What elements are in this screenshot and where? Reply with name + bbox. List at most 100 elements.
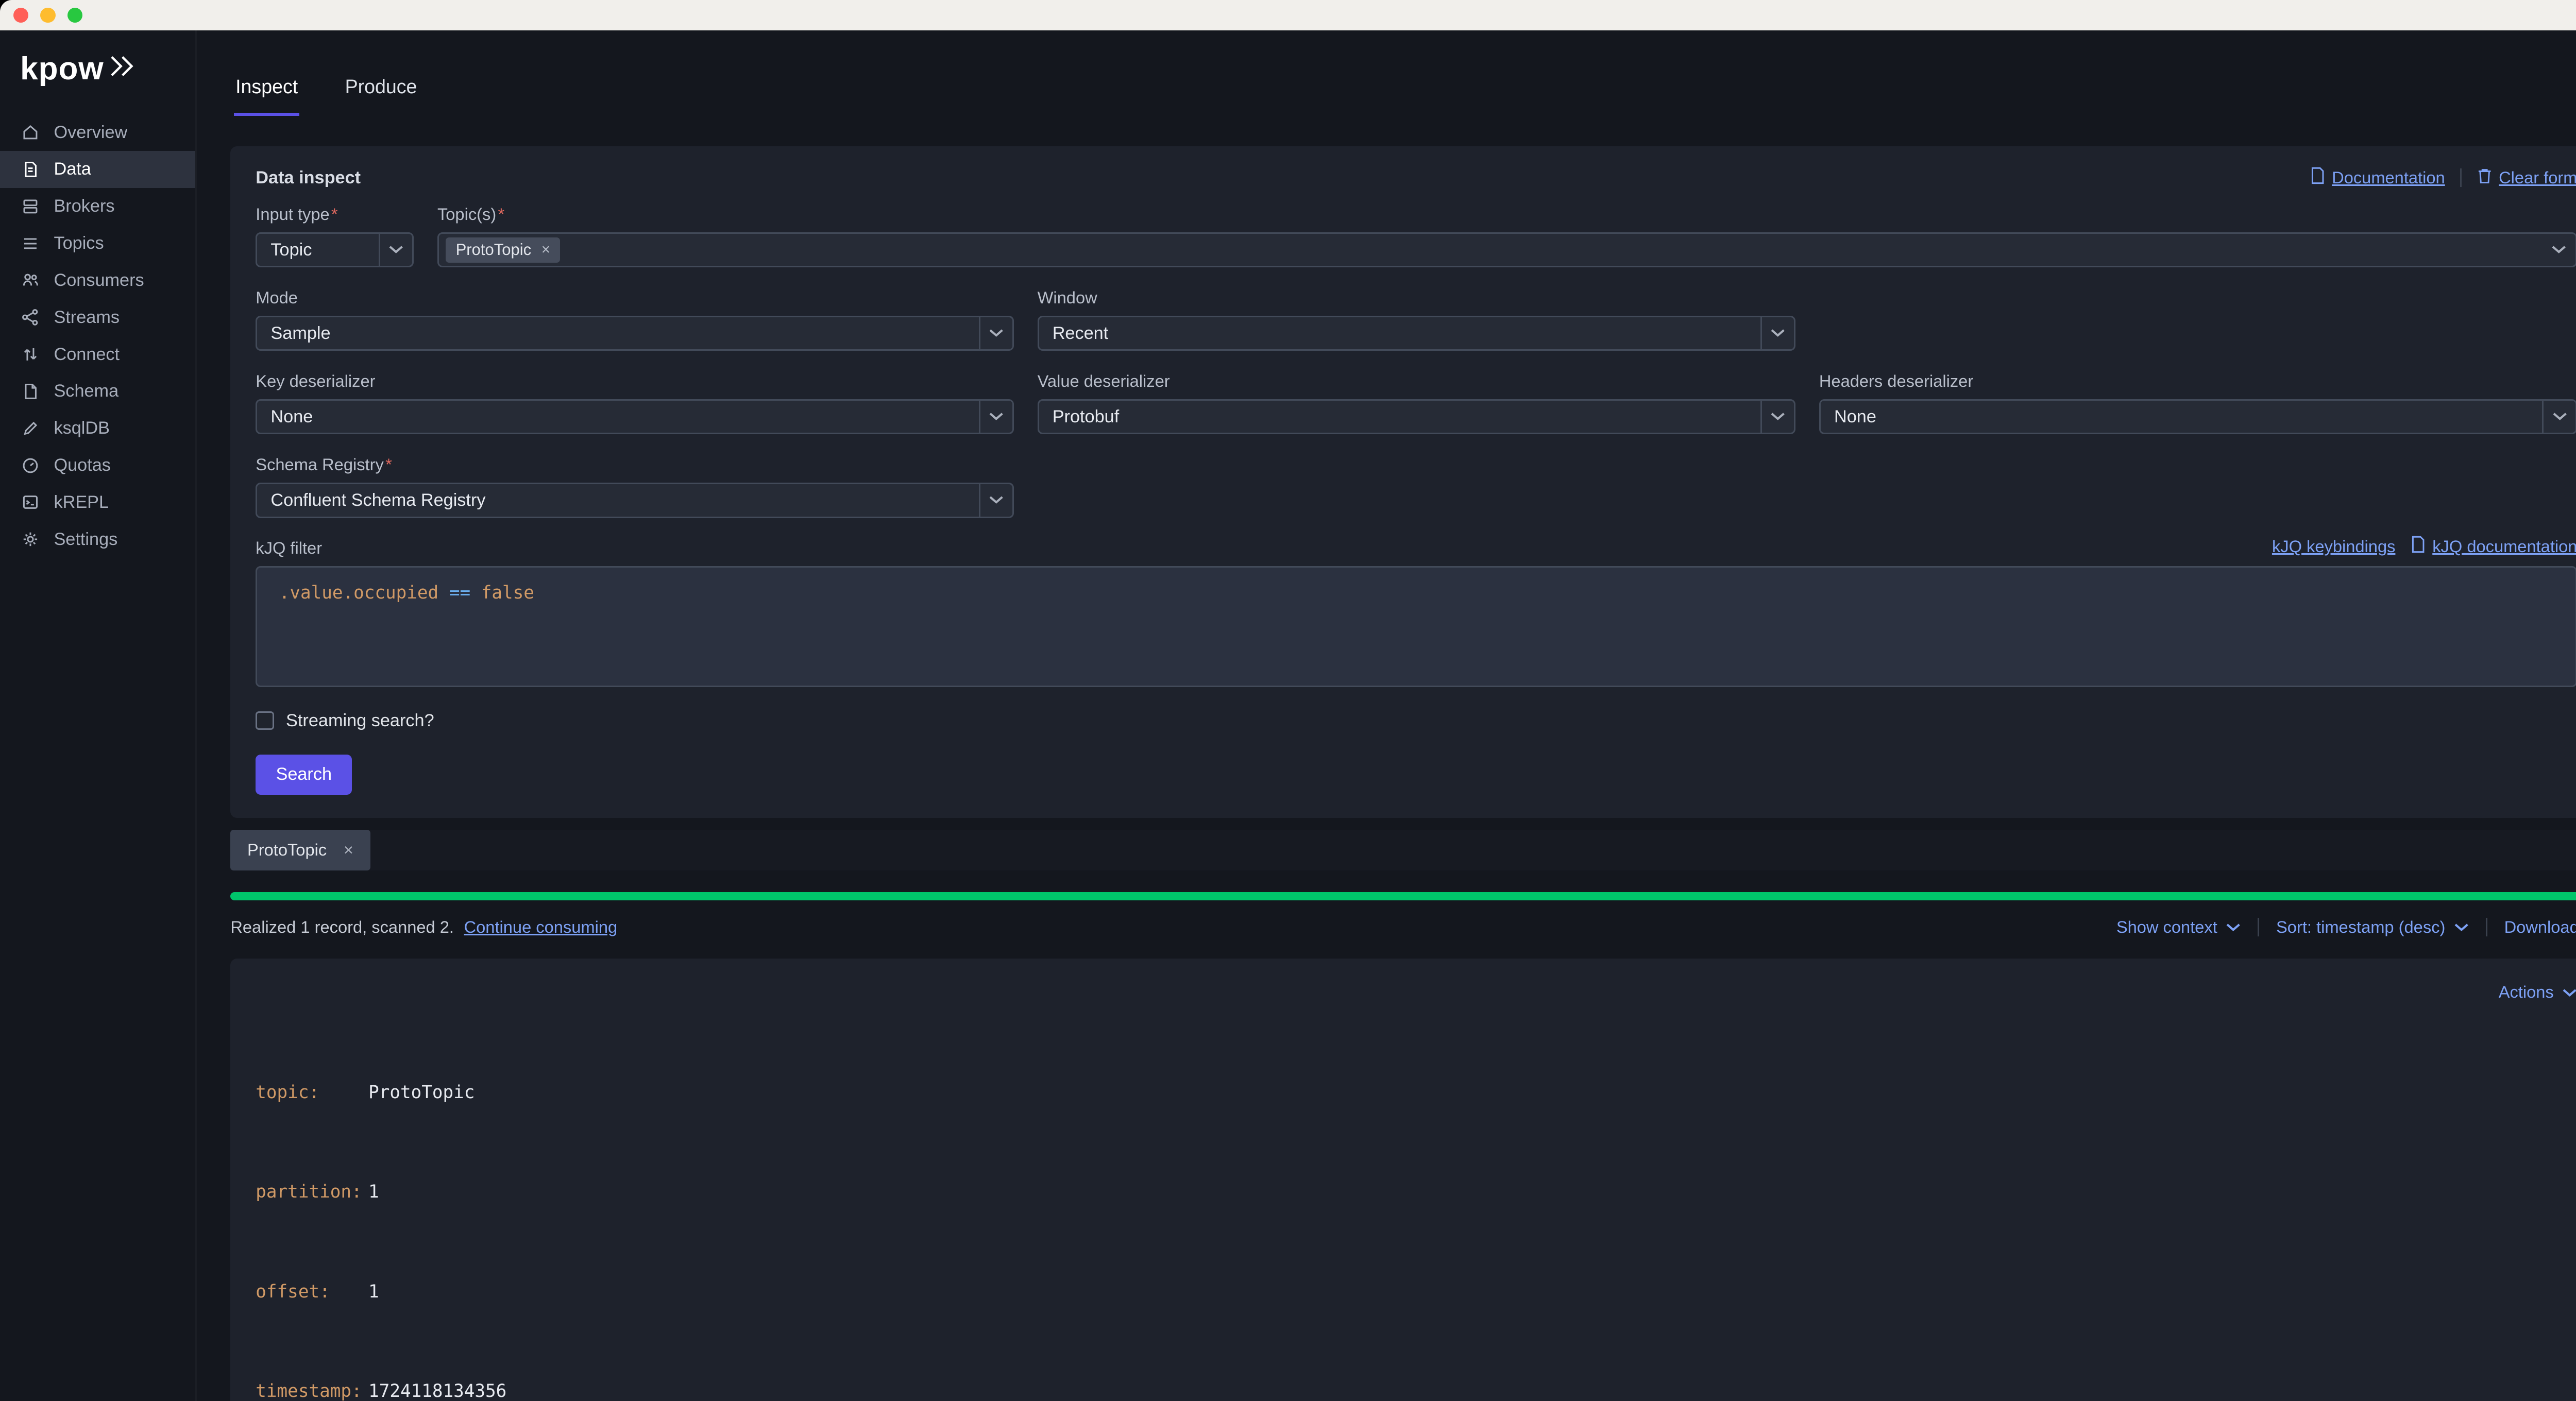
kpow-logo: kpow — [0, 30, 195, 114]
sidebar-item-label: kREPL — [54, 492, 109, 512]
minimize-window-button[interactable] — [40, 8, 55, 23]
chevron-down-icon — [979, 317, 1012, 350]
schema-registry-select[interactable]: Confluent Schema Registry — [256, 483, 1014, 518]
streaming-search-row[interactable]: Streaming search? — [256, 711, 2576, 731]
streaming-search-checkbox[interactable] — [256, 711, 274, 730]
sidebar-item-overview[interactable]: Overview — [0, 114, 195, 151]
divider — [2460, 168, 2462, 187]
result-tab-bar: ProtoTopic × — [230, 830, 2576, 870]
sidebar-item-ksqldb[interactable]: ksqlDB — [0, 410, 195, 447]
topics-label: Topic(s)* — [437, 204, 2576, 224]
chevron-down-icon — [2542, 401, 2575, 433]
kpow-chevrons-icon — [107, 54, 141, 79]
chevron-down-icon — [979, 401, 1012, 433]
main-content: Inspect Produce Data inspect Documentati… — [197, 30, 2576, 1401]
sidebar-item-quotas[interactable]: Quotas — [0, 447, 195, 484]
sidebar-item-krepl[interactable]: kREPL — [0, 484, 195, 521]
result-tab-prototopic[interactable]: ProtoTopic × — [230, 830, 370, 870]
value-deserializer-select[interactable]: Protobuf — [1038, 399, 1796, 435]
documentation-link[interactable]: Documentation — [2310, 166, 2445, 189]
record-field: partition:1 — [256, 1180, 2576, 1204]
data-inspect-card: Data inspect Documentation Clear form — [230, 146, 2576, 818]
sidebar-item-label: ksqlDB — [54, 418, 110, 438]
terminal-icon — [20, 492, 40, 512]
sidebar-item-streams[interactable]: Streams — [0, 299, 195, 336]
close-icon[interactable]: × — [344, 840, 353, 860]
maximize-window-button[interactable] — [67, 8, 82, 23]
card-title: Data inspect — [256, 168, 361, 188]
document-icon — [2411, 535, 2426, 558]
chevron-down-icon — [2226, 917, 2241, 937]
chevron-down-icon — [1760, 317, 1794, 350]
gear-icon — [20, 529, 40, 550]
tab-produce[interactable]: Produce — [343, 76, 418, 116]
mode-select[interactable]: Sample — [256, 316, 1014, 351]
sidebar-item-settings[interactable]: Settings — [0, 521, 195, 558]
headers-deserializer-select[interactable]: None — [1819, 399, 2576, 435]
users-icon — [20, 270, 40, 291]
key-deserializer-select[interactable]: None — [256, 399, 1014, 435]
download-control[interactable]: Download — [2504, 917, 2576, 937]
home-icon — [20, 123, 40, 143]
sidebar: kpow Overview Data Brokers Topics — [0, 30, 197, 1401]
mode-label: Mode — [256, 288, 1014, 307]
kjq-keybindings-link[interactable]: kJQ keybindings — [2272, 537, 2395, 556]
record-field: offset:1 — [256, 1279, 2576, 1304]
sidebar-item-brokers[interactable]: Brokers — [0, 188, 195, 225]
schema-document-icon — [20, 381, 40, 401]
divider — [2486, 918, 2487, 936]
connect-arrows-icon — [20, 344, 40, 364]
status-text: Realized 1 record, scanned 2. — [230, 917, 454, 937]
headers-deserializer-label: Headers deserializer — [1819, 371, 2576, 391]
window-select[interactable]: Recent — [1038, 316, 1796, 351]
sidebar-item-label: Streams — [54, 307, 120, 328]
search-button[interactable]: Search — [256, 755, 352, 795]
sidebar-item-label: Consumers — [54, 270, 144, 291]
continue-consuming-link[interactable]: Continue consuming — [464, 917, 618, 937]
record-actions-control[interactable]: Actions — [2499, 982, 2576, 1002]
sidebar-item-label: Quotas — [54, 455, 110, 475]
progress-bar — [230, 892, 2576, 900]
key-deserializer-label: Key deserializer — [256, 371, 1014, 391]
show-context-control[interactable]: Show context — [2116, 917, 2241, 937]
document-icon — [2310, 166, 2325, 189]
kjq-filter-label: kJQ filter — [256, 538, 322, 558]
share-nodes-icon — [20, 307, 40, 328]
sidebar-item-connect[interactable]: Connect — [0, 336, 195, 373]
input-type-select[interactable]: Topic — [256, 232, 414, 268]
gauge-icon — [20, 455, 40, 475]
chevron-down-icon — [2454, 917, 2469, 937]
pencil-icon — [20, 418, 40, 438]
logo-text: kpow — [20, 50, 104, 87]
sidebar-item-label: Topics — [54, 233, 104, 253]
record-card: Actions topic:ProtoTopic partition:1 off… — [230, 959, 2576, 1401]
kjq-filter-editor[interactable]: .value.occupied == false — [256, 566, 2576, 687]
chip-remove-icon[interactable]: × — [541, 241, 550, 259]
sort-control[interactable]: Sort: timestamp (desc) — [2276, 917, 2469, 937]
sidebar-item-topics[interactable]: Topics — [0, 225, 195, 262]
trash-icon — [2477, 167, 2492, 189]
sidebar-item-label: Schema — [54, 381, 118, 401]
input-type-label: Input type* — [256, 204, 414, 224]
sidebar-item-label: Settings — [54, 529, 117, 550]
value-deserializer-label: Value deserializer — [1038, 371, 1796, 391]
chevron-down-icon — [379, 234, 412, 266]
tab-inspect[interactable]: Inspect — [234, 76, 300, 116]
sidebar-item-consumers[interactable]: Consumers — [0, 262, 195, 299]
close-window-button[interactable] — [13, 8, 28, 23]
chevron-down-icon — [1760, 401, 1794, 433]
record-field: topic:ProtoTopic — [256, 1080, 2576, 1105]
chevron-down-icon — [979, 484, 1012, 517]
kjq-documentation-link[interactable]: kJQ documentation — [2411, 535, 2576, 558]
window-label: Window — [1038, 288, 1796, 307]
clear-form-link[interactable]: Clear form — [2477, 167, 2576, 189]
tab-bar: Inspect Produce — [197, 30, 2576, 116]
list-icon — [20, 233, 40, 253]
sidebar-item-schema[interactable]: Schema — [0, 373, 195, 410]
topic-chip[interactable]: ProtoTopic × — [446, 237, 560, 263]
divider — [2258, 918, 2259, 936]
sidebar-item-data[interactable]: Data — [0, 151, 195, 188]
server-icon — [20, 196, 40, 216]
topics-select[interactable]: ProtoTopic × — [437, 232, 2576, 268]
record-field: timestamp:1724118134356 — [256, 1379, 2576, 1401]
